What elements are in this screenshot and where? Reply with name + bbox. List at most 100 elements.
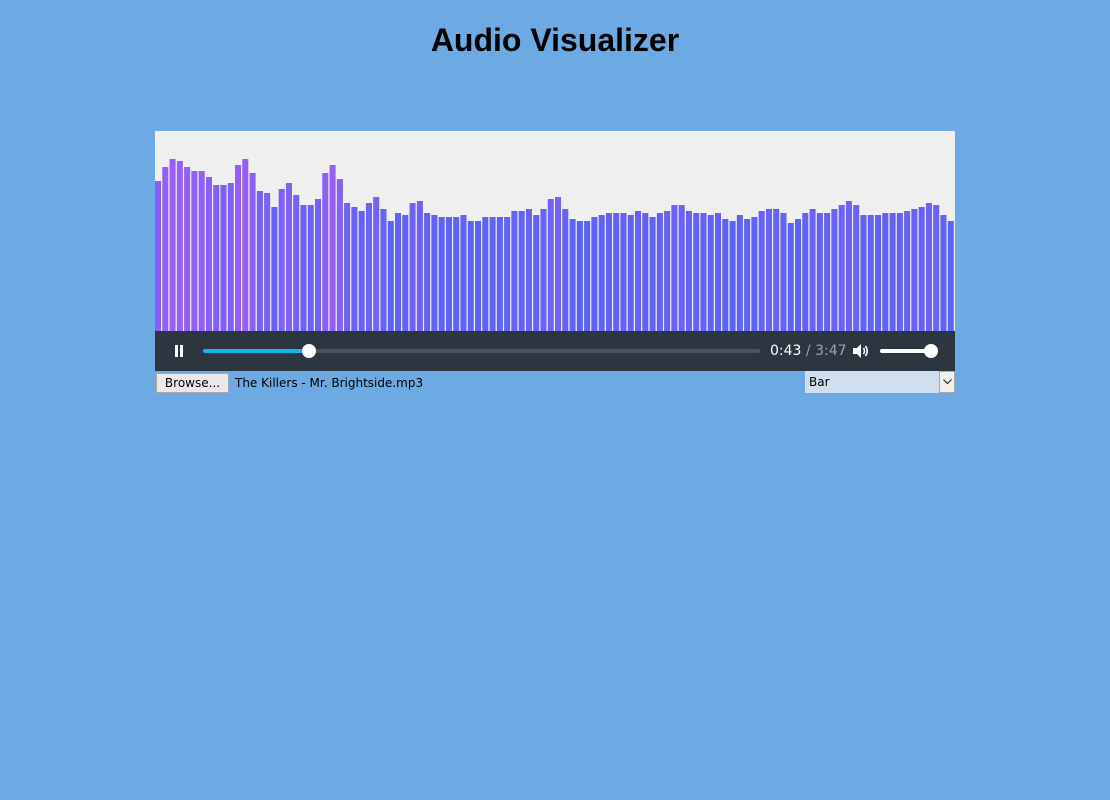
- frequency-bar: [191, 171, 198, 331]
- frequency-bar: [765, 209, 772, 331]
- frequency-bar: [424, 213, 431, 331]
- frequency-bar: [380, 209, 387, 331]
- selected-file-name: The Killers - Mr. Brightside.mp3: [235, 376, 424, 390]
- frequency-bar: [300, 205, 307, 331]
- frequency-bar: [591, 217, 598, 331]
- frequency-bar: [416, 201, 423, 331]
- frequency-bar: [649, 217, 656, 331]
- frequency-bar: [773, 209, 780, 331]
- frequency-bar: [489, 217, 496, 331]
- frequency-bar: [235, 165, 242, 331]
- frequency-bar: [249, 173, 256, 331]
- frequency-bar: [918, 207, 925, 331]
- frequency-bar: [656, 213, 663, 331]
- frequency-bar: [875, 215, 882, 331]
- frequency-bar: [853, 205, 860, 331]
- seek-bar-progress: [203, 349, 309, 353]
- frequency-bar: [322, 173, 329, 331]
- frequency-bar: [671, 205, 678, 331]
- frequency-bar: [824, 213, 831, 331]
- frequency-bar: [409, 203, 416, 331]
- frequency-bar: [809, 209, 816, 331]
- frequency-bar: [722, 219, 729, 331]
- frequency-bar: [838, 205, 845, 331]
- frequency-bar: [678, 205, 685, 331]
- frequency-bar: [555, 197, 562, 331]
- frequency-bar: [693, 213, 700, 331]
- frequency-bar: [707, 215, 714, 331]
- frequency-bar: [336, 179, 343, 331]
- frequency-bar: [285, 183, 292, 331]
- frequency-bar: [227, 183, 234, 331]
- frequency-bar: [264, 193, 271, 331]
- frequency-bar: [758, 211, 765, 331]
- frequency-bar: [198, 171, 205, 331]
- frequency-bar: [751, 217, 758, 331]
- frequency-bar: [780, 213, 787, 331]
- frequency-bar: [896, 213, 903, 331]
- frequency-bar: [365, 203, 372, 331]
- frequency-bar: [293, 195, 300, 331]
- frequency-bar: [620, 213, 627, 331]
- frequency-bar: [947, 221, 954, 331]
- pause-button[interactable]: [169, 339, 189, 363]
- frequency-bar: [438, 217, 445, 331]
- frequency-bar: [664, 211, 671, 331]
- frequency-bar: [402, 215, 409, 331]
- frequency-bar: [307, 205, 314, 331]
- audio-player-controls: 0:43 / 3:47: [155, 331, 955, 371]
- chevron-down-icon: [943, 379, 952, 385]
- frequency-bar: [373, 197, 380, 331]
- frequency-bar: [256, 191, 263, 331]
- select-dropdown-button[interactable]: [939, 371, 955, 393]
- frequency-bar: [685, 211, 692, 331]
- frequency-bar: [533, 215, 540, 331]
- volume-thumb[interactable]: [924, 344, 939, 358]
- frequency-bar: [911, 209, 918, 331]
- volume-slider[interactable]: [880, 344, 939, 358]
- frequency-bar: [729, 221, 736, 331]
- audio-visualizer: [155, 131, 955, 331]
- frequency-bar: [184, 167, 191, 331]
- frequency-bar: [511, 211, 518, 331]
- frequency-bar: [460, 215, 467, 331]
- frequency-bar: [155, 181, 162, 331]
- frequency-bar: [453, 217, 460, 331]
- frequency-bar: [635, 211, 642, 331]
- mute-button[interactable]: [851, 342, 871, 360]
- frequency-bar: [802, 213, 809, 331]
- seek-bar[interactable]: [203, 344, 760, 358]
- frequency-bar: [889, 213, 896, 331]
- frequency-bar: [904, 211, 911, 331]
- frequency-bar: [613, 213, 620, 331]
- frequency-bar: [358, 211, 365, 331]
- visualization-mode-select[interactable]: Bar: [805, 371, 955, 393]
- frequency-bar: [467, 221, 474, 331]
- frequency-bar: [176, 161, 183, 331]
- seek-bar-thumb[interactable]: [301, 344, 316, 358]
- browse-button[interactable]: Browse...: [156, 373, 229, 393]
- current-time: 0:43: [770, 343, 802, 359]
- frequency-bar: [169, 159, 176, 331]
- frequency-bar: [795, 219, 802, 331]
- speaker-icon: [853, 344, 869, 358]
- frequency-bar: [576, 221, 583, 331]
- frequency-bar: [845, 201, 852, 331]
- frequency-bar: [475, 221, 482, 331]
- frequency-bar: [715, 213, 722, 331]
- frequency-bar: [213, 185, 220, 331]
- frequency-bar: [933, 205, 940, 331]
- frequency-bar: [882, 213, 889, 331]
- frequency-bar: [220, 185, 227, 331]
- frequency-bar: [860, 215, 867, 331]
- frequency-bar: [504, 217, 511, 331]
- frequency-bar: [605, 213, 612, 331]
- frequency-bar: [598, 215, 605, 331]
- frequency-bar: [329, 165, 336, 331]
- time-display: 0:43 / 3:47: [770, 342, 847, 360]
- frequency-bar: [278, 189, 285, 331]
- frequency-bar: [540, 209, 547, 331]
- frequency-bar: [445, 217, 452, 331]
- frequency-bar: [482, 217, 489, 331]
- frequency-bar: [831, 209, 838, 331]
